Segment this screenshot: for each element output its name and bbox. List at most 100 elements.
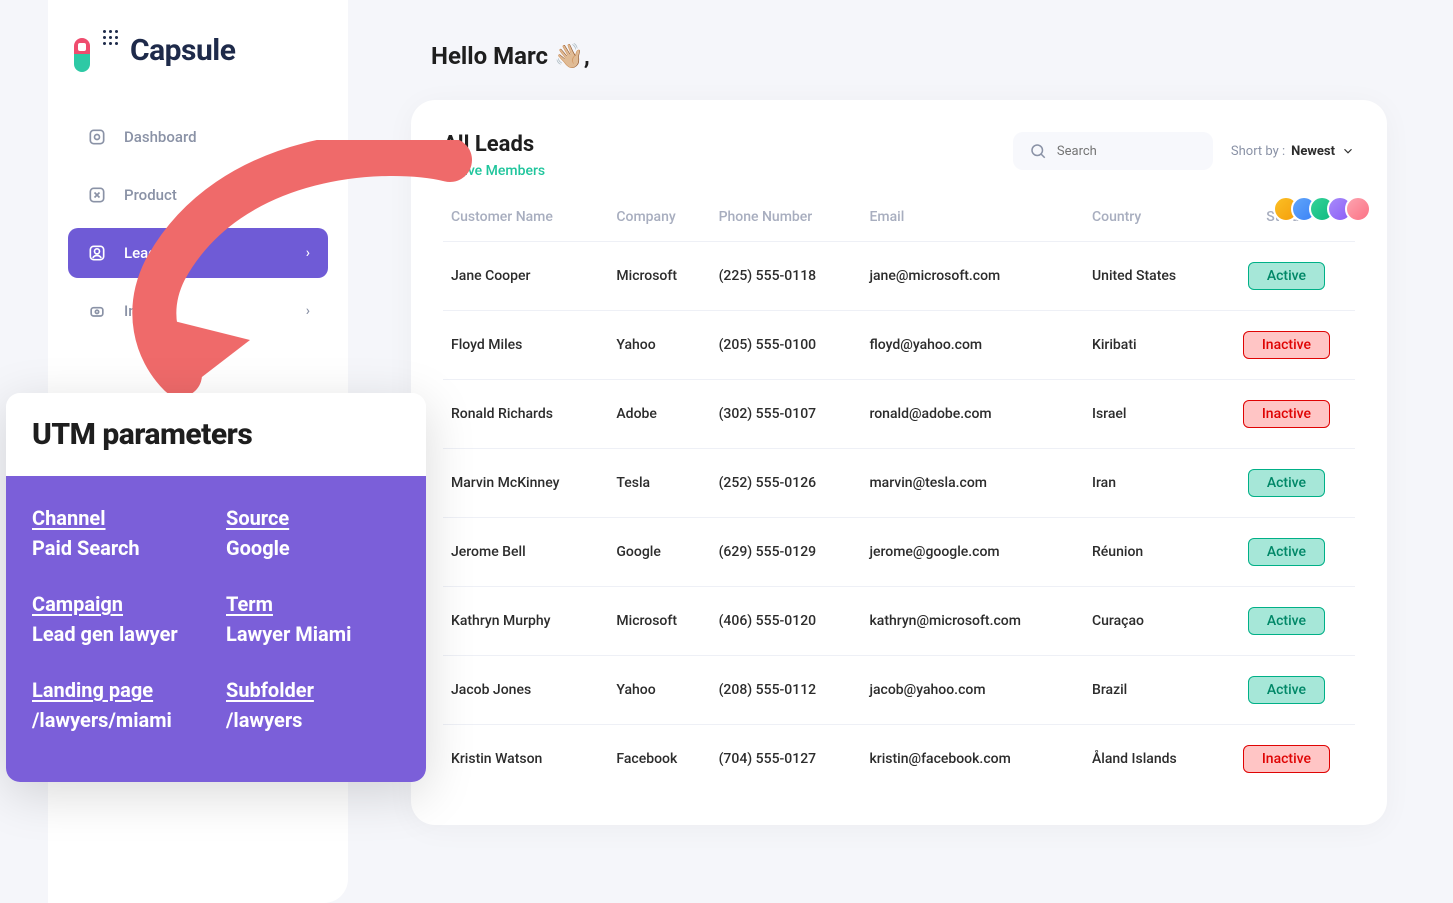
cell-company: Microsoft	[608, 242, 710, 311]
utm-item: Subfolder/lawyers	[226, 678, 400, 732]
chevron-right-icon: ›	[306, 303, 310, 319]
cell-status: Active	[1218, 587, 1355, 656]
cell-email: jacob@yahoo.com	[861, 656, 1084, 725]
search-box[interactable]	[1013, 132, 1213, 170]
table-row[interactable]: Floyd MilesYahoo(205) 555-0100floyd@yaho…	[443, 311, 1355, 380]
cell-email: jane@microsoft.com	[861, 242, 1084, 311]
cell-company: Facebook	[608, 725, 710, 794]
table-row[interactable]: Jerome BellGoogle(629) 555-0129jerome@go…	[443, 518, 1355, 587]
status-badge: Inactive	[1243, 400, 1330, 428]
cell-country: Kiribati	[1084, 311, 1218, 380]
cell-phone: (205) 555-0100	[711, 311, 862, 380]
col-country: Country	[1084, 197, 1218, 242]
cell-phone: (252) 555-0126	[711, 449, 862, 518]
main-content: Hello Marc 👋🏼, All Leads Active Members …	[395, 0, 1403, 825]
card-subtitle: Active Members	[443, 163, 545, 179]
utm-item: SourceGoogle	[226, 506, 400, 560]
product-icon	[86, 184, 108, 206]
table-row[interactable]: Jacob JonesYahoo(208) 555-0112jacob@yaho…	[443, 656, 1355, 725]
sidebar-item-leads[interactable]: Leads ›	[68, 228, 328, 278]
cell-phone: (208) 555-0112	[711, 656, 862, 725]
utm-value: /lawyers	[226, 708, 400, 732]
utm-item: Term Lawyer Miami	[226, 592, 400, 646]
logo: Capsule	[68, 28, 328, 72]
utm-item: ChannelPaid Search	[32, 506, 206, 560]
table-row[interactable]: Jane CooperMicrosoft(225) 555-0118jane@m…	[443, 242, 1355, 311]
cell-country: Curaçao	[1084, 587, 1218, 656]
status-badge: Active	[1248, 469, 1325, 497]
utm-key: Landing page	[32, 678, 206, 702]
dashboard-icon	[86, 126, 108, 148]
cell-company: Yahoo	[608, 311, 710, 380]
search-input[interactable]	[1057, 144, 1197, 159]
sort-value: Newest	[1291, 144, 1335, 159]
utm-value: Lawyer Miami	[226, 622, 400, 646]
utm-item: Landing page/lawyers/miami	[32, 678, 206, 732]
cell-company: Google	[608, 518, 710, 587]
cell-company: Tesla	[608, 449, 710, 518]
table-row[interactable]: Kristin WatsonFacebook(704) 555-0127kris…	[443, 725, 1355, 794]
cell-name: Jerome Bell	[443, 518, 608, 587]
cell-name: Floyd Miles	[443, 311, 608, 380]
cell-name: Ronald Richards	[443, 380, 608, 449]
cell-country: United States	[1084, 242, 1218, 311]
cell-name: Kristin Watson	[443, 725, 608, 794]
logo-icon	[74, 28, 118, 72]
utm-item: CampaignLead gen lawyer	[32, 592, 206, 646]
table-row[interactable]: Marvin McKinneyTesla(252) 555-0126marvin…	[443, 449, 1355, 518]
sidebar-item-income[interactable]: Income ›	[68, 286, 328, 336]
cell-name: Marvin McKinney	[443, 449, 608, 518]
cell-status: Active	[1218, 518, 1355, 587]
leads-table: Customer Name Company Phone Number Email…	[443, 197, 1355, 793]
cell-company: Yahoo	[608, 656, 710, 725]
chevron-down-icon	[1341, 144, 1355, 158]
cell-phone: (225) 555-0118	[711, 242, 862, 311]
col-email: Email	[861, 197, 1084, 242]
sidebar-item-label: Dashboard	[124, 128, 197, 146]
col-company: Company	[608, 197, 710, 242]
utm-key: Term	[226, 592, 400, 616]
sort-dropdown[interactable]: Short by : Newest	[1231, 144, 1355, 159]
avatar-stack	[1281, 196, 1371, 222]
avatar	[1345, 196, 1371, 222]
cell-name: Kathryn Murphy	[443, 587, 608, 656]
cell-status: Inactive	[1218, 311, 1355, 380]
cell-email: kathryn@microsoft.com	[861, 587, 1084, 656]
cell-status: Inactive	[1218, 725, 1355, 794]
chevron-right-icon: ›	[306, 245, 310, 261]
cell-status: Active	[1218, 656, 1355, 725]
leads-card: All Leads Active Members Short by : Newe…	[411, 100, 1387, 825]
utm-value: Google	[226, 536, 400, 560]
cell-email: jerome@google.com	[861, 518, 1084, 587]
table-row[interactable]: Kathryn MurphyMicrosoft(406) 555-0120kat…	[443, 587, 1355, 656]
sidebar-item-label: Product	[124, 186, 177, 204]
utm-key: Subfolder	[226, 678, 400, 702]
sidebar-item-dashboard[interactable]: Dashboard	[68, 112, 328, 162]
utm-value: Lead gen lawyer	[32, 622, 206, 646]
status-badge: Inactive	[1243, 331, 1330, 359]
cell-status: Inactive	[1218, 380, 1355, 449]
table-row[interactable]: Ronald RichardsAdobe(302) 555-0107ronald…	[443, 380, 1355, 449]
cell-phone: (302) 555-0107	[711, 380, 862, 449]
leads-icon	[86, 242, 108, 264]
cell-email: floyd@yahoo.com	[861, 311, 1084, 380]
sidebar-item-label: Income	[124, 302, 174, 320]
col-name: Customer Name	[443, 197, 608, 242]
sidebar-item-product[interactable]: Product	[68, 170, 328, 220]
cell-phone: (704) 555-0127	[711, 725, 862, 794]
col-phone: Phone Number	[711, 197, 862, 242]
income-icon	[86, 300, 108, 322]
utm-panel: UTM parameters ChannelPaid Search SourceG…	[6, 393, 426, 782]
cell-country: Réunion	[1084, 518, 1218, 587]
status-badge: Active	[1248, 607, 1325, 635]
sort-label: Short by :	[1231, 144, 1285, 159]
greeting-text: Hello Marc 👋🏼,	[431, 42, 590, 70]
utm-key: Channel	[32, 506, 206, 530]
card-header: All Leads Active Members Short by : Newe…	[443, 132, 1355, 179]
utm-title: UTM parameters	[32, 417, 400, 452]
status-badge: Inactive	[1243, 745, 1330, 773]
cell-email: kristin@facebook.com	[861, 725, 1084, 794]
status-badge: Active	[1248, 262, 1325, 290]
cell-name: Jacob Jones	[443, 656, 608, 725]
cell-company: Microsoft	[608, 587, 710, 656]
